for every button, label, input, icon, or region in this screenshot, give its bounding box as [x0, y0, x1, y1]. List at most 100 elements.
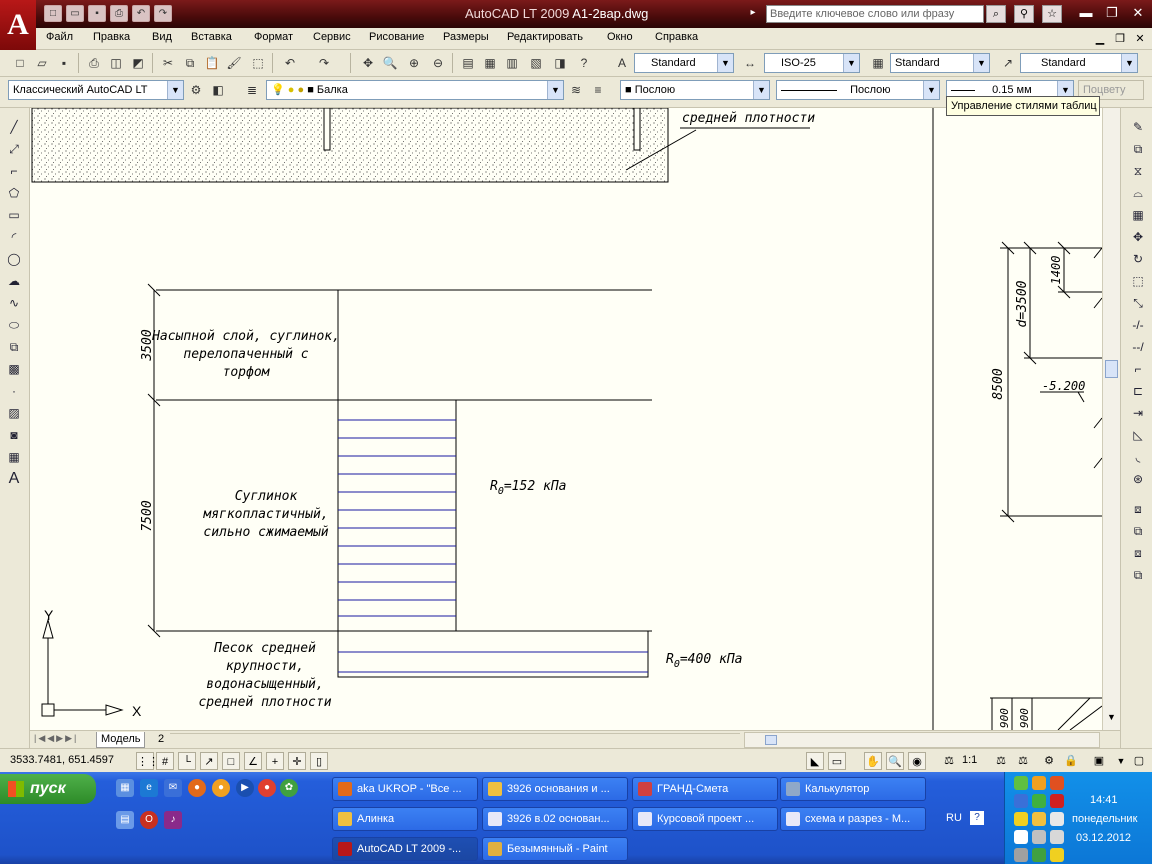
lock-icon[interactable]: 🔒 [1062, 752, 1080, 770]
ellipse-icon[interactable]: ⬭ [5, 316, 23, 334]
ie-icon[interactable]: e [140, 779, 158, 797]
snap-icon[interactable]: ⋮⋮ [136, 752, 159, 770]
preview-icon[interactable]: ◫ [106, 53, 126, 73]
qnew-icon[interactable]: □ [10, 53, 30, 73]
layout-icon[interactable]: ▭ [828, 752, 846, 770]
task-button[interactable]: 3926 в.02 основан... [482, 807, 628, 831]
copy-icon[interactable]: ⧉ [180, 53, 200, 73]
layer-manager-icon[interactable]: ≣ [242, 80, 262, 100]
vertical-scrollbar[interactable]: ▼ [1102, 108, 1120, 730]
linetype-select[interactable]: Послою ▼ [776, 80, 940, 100]
line-icon[interactable]: ╱ [5, 118, 23, 136]
qp-icon[interactable]: ▯ [310, 752, 328, 770]
doc-close-button[interactable]: ✕ [1132, 31, 1148, 47]
autoscale-icon[interactable]: ⚖ [1014, 752, 1032, 770]
text-style-icon[interactable]: A [612, 53, 632, 73]
minimize-button[interactable]: ▬ [1076, 5, 1096, 23]
help-icon[interactable]: ? [970, 811, 984, 825]
winamp-icon[interactable]: ♪ [164, 811, 182, 829]
break-icon[interactable]: ⌐ [1129, 360, 1147, 378]
task-button[interactable]: Безымянный - Paint [482, 837, 628, 861]
scale-icon[interactable]: ⬚ [1129, 272, 1147, 290]
polar-icon[interactable]: ↗ [200, 752, 218, 770]
publish-icon[interactable]: ◩ [128, 53, 148, 73]
mleader-style-icon[interactable]: ↗ [998, 53, 1018, 73]
arc-icon[interactable]: ◜ [5, 228, 23, 246]
mleader-style-select[interactable]: Standard ▼ [1020, 53, 1138, 73]
menu-format[interactable]: Формат [254, 31, 293, 43]
undo-icon[interactable]: ↶ [132, 5, 150, 22]
draworder-under-icon[interactable]: ⧉ [1129, 566, 1147, 584]
pan-icon[interactable]: ✥ [358, 53, 378, 73]
tab-layout-2[interactable]: 2 [154, 732, 168, 748]
pan-status-icon[interactable]: ✋ [864, 752, 882, 770]
workspace-switch-icon[interactable]: ⚙ [1040, 752, 1058, 770]
menu-help[interactable]: Справка [655, 31, 698, 43]
status-menu-icon[interactable]: ▼ [1112, 752, 1130, 770]
design-center-icon[interactable]: ▦ [480, 53, 500, 73]
annotation-scale-icon[interactable]: ⚖ [940, 752, 958, 770]
construction-line-icon[interactable]: ⤢ [5, 140, 23, 158]
markup-icon[interactable]: ◨ [550, 53, 570, 73]
lineweight-toggle-icon[interactable]: + [266, 752, 284, 770]
task-button-active[interactable]: AutoCAD LT 2009 -... [332, 837, 478, 861]
draworder-front-icon[interactable]: ⧈ [1129, 500, 1147, 518]
cut-icon[interactable]: ✂ [158, 53, 178, 73]
doc-minimize-button[interactable]: ▁ [1092, 31, 1108, 47]
extend-icon[interactable]: --/ [1129, 338, 1147, 356]
doc-restore-button[interactable]: ❐ [1112, 31, 1128, 47]
dim-style-icon[interactable]: ↔ [740, 53, 760, 73]
move-icon[interactable]: ✥ [1129, 228, 1147, 246]
menu-file[interactable]: Файл [46, 31, 73, 43]
rectangle-icon[interactable]: ▭ [5, 206, 23, 224]
task-button[interactable]: aka UKROP - "Все ... [332, 777, 478, 801]
help-search-input[interactable]: Введите ключевое слово или фразу [766, 5, 984, 23]
text-style-select[interactable]: Standard ▼ [634, 53, 734, 73]
menu-draw[interactable]: Рисование [369, 31, 424, 43]
erase-icon[interactable]: ✎ [1129, 118, 1147, 136]
tool-palettes-icon[interactable]: ▥ [502, 53, 522, 73]
app-icon[interactable]: ● [212, 779, 230, 797]
copy-object-icon[interactable]: ⧉ [1129, 140, 1147, 158]
spline-icon[interactable]: ∿ [5, 294, 23, 312]
zoom-realtime-icon[interactable]: 🔍 [380, 53, 400, 73]
table-style-select[interactable]: Standard ▼ [890, 53, 990, 73]
undo-icon[interactable]: ↶ [280, 53, 300, 73]
otrack-icon[interactable]: ∠ [244, 752, 262, 770]
rotate-icon[interactable]: ↻ [1129, 250, 1147, 268]
annotation-scale[interactable]: 1:1 [962, 754, 977, 766]
chrome-icon[interactable]: ● [258, 779, 276, 797]
dim-style-select[interactable]: ISO-25 ▼ [764, 53, 860, 73]
media-player-icon[interactable]: ▶ [236, 779, 254, 797]
tray-icon[interactable] [1032, 830, 1046, 844]
menu-view[interactable]: Вид [152, 31, 172, 43]
block-editor-icon[interactable]: ⬚ [248, 53, 268, 73]
make-current-layer-icon[interactable]: ≋ [566, 80, 586, 100]
tray-icon[interactable] [1050, 776, 1064, 790]
insert-block-icon[interactable]: ⧉ [5, 338, 23, 356]
offset-icon[interactable]: ⌓ [1129, 184, 1147, 202]
task-button[interactable]: схема и разрез - M... [780, 807, 926, 831]
workspace-select[interactable]: Классический AutoCAD LT ▼ [8, 80, 184, 100]
save-icon[interactable]: ▪ [88, 5, 106, 22]
tray-icon[interactable] [1014, 776, 1028, 790]
scroll-thumb[interactable] [1105, 360, 1118, 378]
task-button[interactable]: Алинка [332, 807, 478, 831]
task-button[interactable]: ГРАНД-Смета [632, 777, 778, 801]
point-icon[interactable]: · [5, 382, 23, 400]
hatch-icon[interactable]: ▨ [5, 404, 23, 422]
plot-icon[interactable]: ⎙ [84, 53, 104, 73]
zoom-previous-icon[interactable]: ⊖ [428, 53, 448, 73]
join-icon[interactable]: ⇥ [1129, 404, 1147, 422]
mirror-icon[interactable]: ⧖ [1129, 162, 1147, 180]
drawing-canvas[interactable]: средней плотности 3500 7500 Насыпной сло… [30, 108, 1102, 730]
tab-nav-arrows-icon[interactable]: |◀◀▶▶| [34, 733, 78, 744]
polygon-icon[interactable]: ⬠ [5, 184, 23, 202]
menu-insert[interactable]: Вставка [191, 31, 232, 43]
layer-previous-icon[interactable]: ≡ [588, 80, 608, 100]
menu-arrow-icon[interactable]: ▸ [746, 5, 760, 22]
tray-settings-icon[interactable]: ▣ [1090, 752, 1108, 770]
open-file-icon[interactable]: ▭ [66, 5, 84, 22]
region-icon[interactable]: ◙ [5, 426, 23, 444]
annotation-visibility-icon[interactable]: ⚖ [992, 752, 1010, 770]
